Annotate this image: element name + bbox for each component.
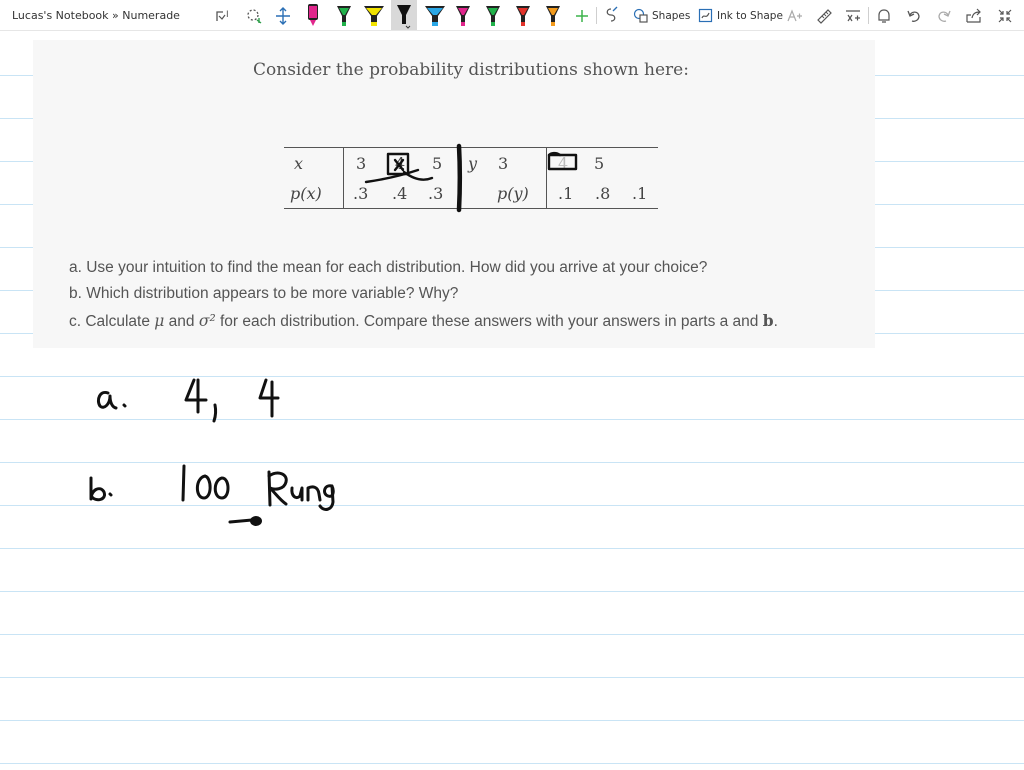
ink-scribble-table (364, 143, 578, 213)
ink-answer-a (96, 378, 280, 423)
handwritten-ink[interactable] (0, 0, 1024, 770)
ink-dot (250, 516, 262, 526)
ink-answer-b (89, 464, 335, 524)
